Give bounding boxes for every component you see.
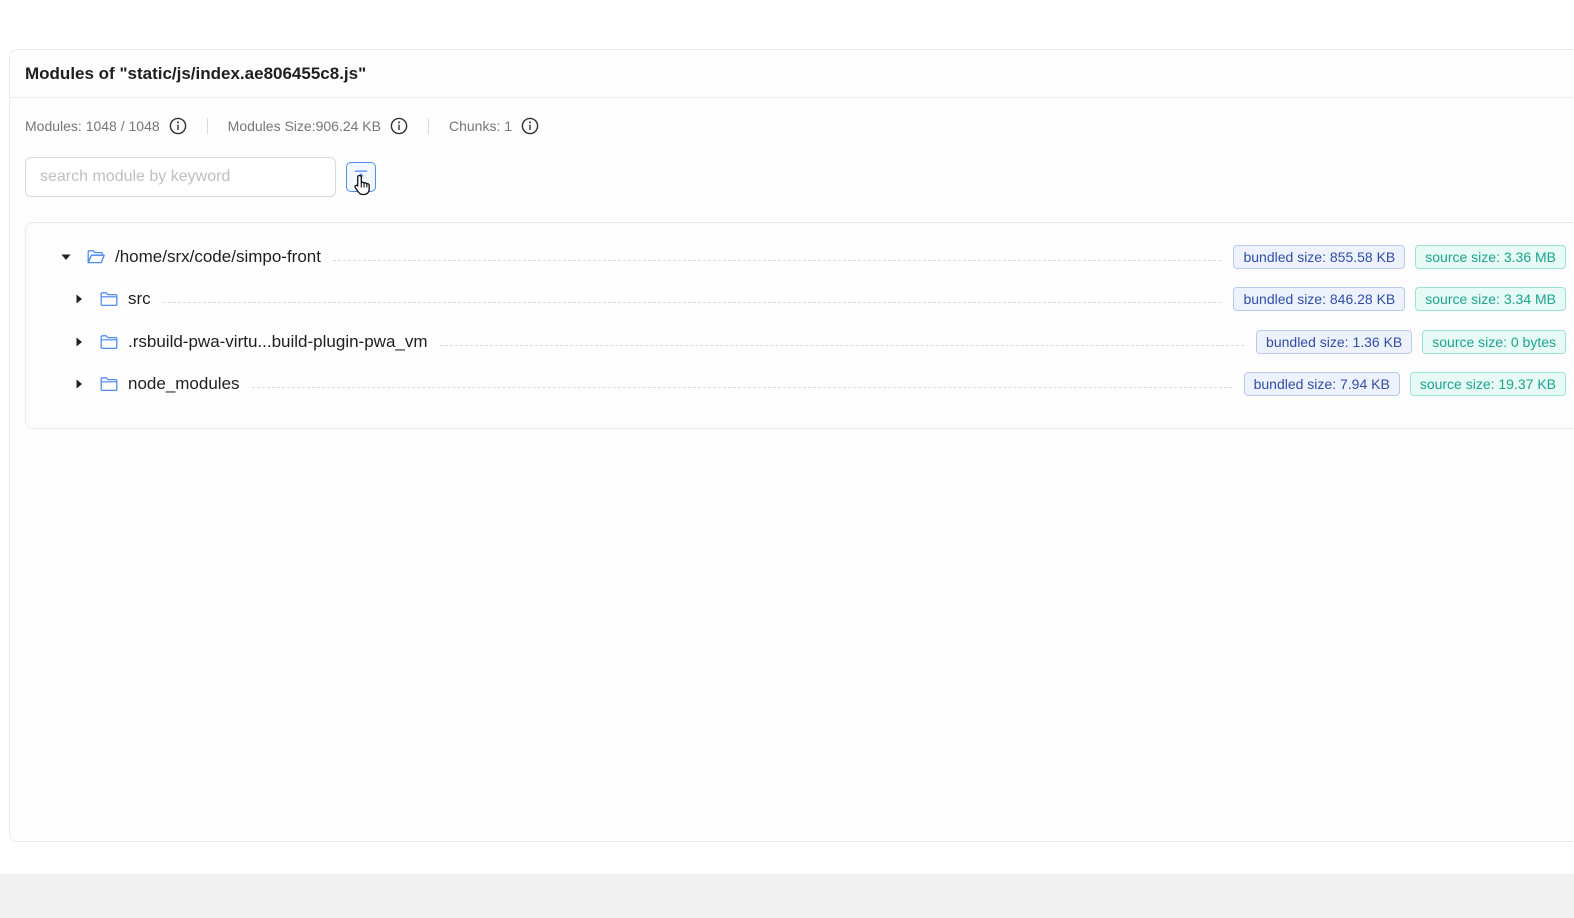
tree-node-rsbuild-pwa[interactable]: .rsbuild-pwa-virtu...build-plugin-pwa_vm… bbox=[26, 327, 1566, 357]
source-size-badge: source size: 3.36 MB bbox=[1415, 245, 1566, 269]
chunks-text: Chunks: 1 bbox=[448, 118, 513, 134]
caret-right-icon[interactable] bbox=[73, 336, 85, 348]
source-size-badge: source size: 3.34 MB bbox=[1415, 287, 1566, 311]
caret-down-icon[interactable] bbox=[60, 251, 72, 263]
search-input[interactable] bbox=[25, 157, 336, 197]
module-tree: /home/srx/code/simpo-front bundled size:… bbox=[25, 222, 1574, 429]
source-size-badge: source size: 0 bytes bbox=[1422, 330, 1566, 354]
folder-icon bbox=[100, 292, 118, 307]
tree-node-src[interactable]: src bundled size: 846.28 KB source size:… bbox=[26, 284, 1566, 314]
bundled-size-badge: bundled size: 846.28 KB bbox=[1233, 287, 1406, 311]
modules-size-stat: Modules Size:906.24 KB bbox=[228, 117, 408, 135]
folder-icon bbox=[100, 377, 118, 392]
tree-node-node-modules[interactable]: node_modules bundled size: 7.94 KB sourc… bbox=[26, 369, 1566, 399]
dashed-leader bbox=[439, 344, 1245, 346]
card-header: Modules of "static/js/index.ae806455c8.j… bbox=[10, 50, 1574, 98]
bundled-size-badge: bundled size: 855.58 KB bbox=[1233, 245, 1406, 269]
tree-node-label: src bbox=[128, 289, 151, 308]
modules-count-stat: Modules: 1048 / 1048 bbox=[25, 117, 187, 135]
modules-count-text: Modules: 1048 / 1048 bbox=[25, 118, 160, 134]
caret-right-icon[interactable] bbox=[73, 378, 85, 390]
dashed-leader bbox=[332, 259, 1222, 261]
stats-divider bbox=[206, 118, 208, 134]
info-icon[interactable] bbox=[390, 117, 408, 135]
dashed-leader bbox=[251, 386, 1232, 388]
info-icon[interactable] bbox=[521, 117, 539, 135]
stats-divider bbox=[427, 118, 429, 134]
dashed-leader bbox=[162, 301, 1222, 303]
card-title: Modules of "static/js/index.ae806455c8.j… bbox=[25, 63, 367, 83]
source-size-badge: source size: 19.37 KB bbox=[1409, 372, 1566, 396]
page-bottom-band bbox=[0, 874, 1574, 918]
tree-node-label: /home/srx/code/simpo-front bbox=[115, 247, 321, 266]
tree-node-label: .rsbuild-pwa-virtu...build-plugin-pwa_vm bbox=[128, 332, 428, 351]
folder-icon bbox=[100, 335, 118, 350]
modules-card: Modules of "static/js/index.ae806455c8.j… bbox=[9, 49, 1574, 842]
tree-node-label: node_modules bbox=[128, 374, 240, 393]
chunks-stat: Chunks: 1 bbox=[449, 117, 539, 135]
folder-open-icon bbox=[87, 250, 105, 264]
bundled-size-badge: bundled size: 7.94 KB bbox=[1243, 372, 1400, 396]
info-icon[interactable] bbox=[169, 117, 187, 135]
stats-row: Modules: 1048 / 1048 Modules Size:906.24… bbox=[25, 114, 539, 138]
caret-right-icon[interactable] bbox=[73, 293, 85, 305]
hand-cursor-icon bbox=[354, 174, 370, 196]
bundled-size-badge: bundled size: 1.36 KB bbox=[1256, 330, 1413, 354]
tree-node-root[interactable]: /home/srx/code/simpo-front bundled size:… bbox=[26, 242, 1566, 272]
modules-size-text: Modules Size:906.24 KB bbox=[227, 118, 381, 134]
